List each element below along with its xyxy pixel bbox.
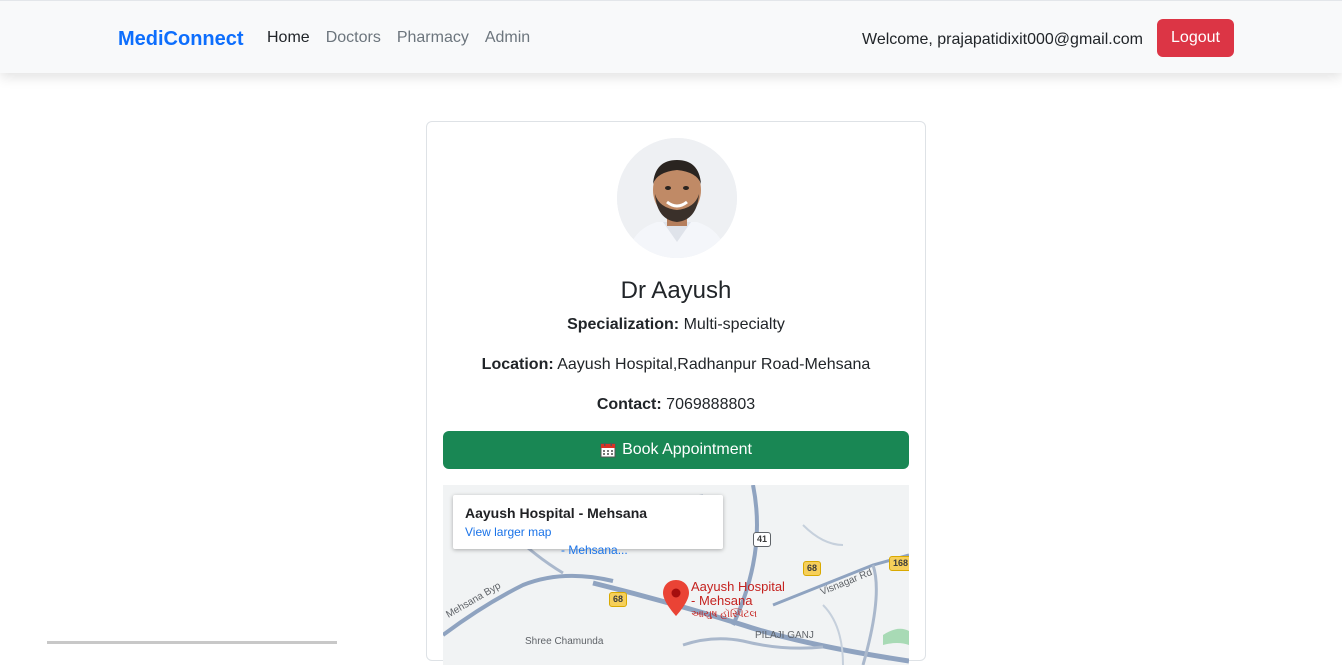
nav-link-pharmacy[interactable]: Pharmacy	[397, 28, 469, 48]
route-shield-68-west: 68	[609, 592, 628, 607]
route-shield-41: 41	[753, 532, 772, 547]
hospital-label-line1: Aayush Hospital	[691, 579, 785, 594]
book-appointment-button[interactable]: Book Appointment	[443, 431, 909, 469]
map-pin-icon[interactable]	[663, 580, 689, 616]
route-shield-68-east: 68	[803, 561, 822, 576]
calendar-icon	[600, 443, 616, 458]
map-card-title: Aayush Hospital - Mehsana	[465, 505, 648, 521]
doctor-photo	[617, 138, 737, 258]
navbar: MediConnect Home Doctors Pharmacy Admin …	[0, 0, 1342, 73]
nav-link-doctors[interactable]: Doctors	[326, 28, 381, 48]
location-label: Location:	[481, 356, 554, 373]
nav-link-home[interactable]: Home	[267, 28, 310, 48]
partial-place-label: - Mehsana...	[561, 543, 628, 557]
doctor-card: Dr Aayush Specialization: Multi-specialt…	[426, 121, 926, 665]
road-label-pilaji-ganj: PILAJI GANJ	[755, 630, 814, 641]
welcome-text: Welcome, prajapatidixit000@gmail.com	[862, 31, 1143, 48]
logout-button[interactable]: Logout	[1157, 19, 1234, 57]
specialization-value: Multi-specialty	[683, 316, 785, 333]
doctor-name: Dr Aayush	[620, 277, 732, 304]
brand-logo[interactable]: MediConnect	[118, 27, 244, 51]
view-larger-map-link[interactable]: View larger map	[465, 524, 711, 540]
nav-link-admin[interactable]: Admin	[485, 28, 530, 48]
nav-links: Home Doctors Pharmacy Admin	[267, 28, 530, 48]
location-row: Location: Aayush Hospital,Radhanpur Road…	[427, 355, 925, 375]
contact-row: Contact: 7069888803	[427, 395, 925, 415]
location-value: Aayush Hospital,Radhanpur Road-Mehsana	[557, 356, 871, 373]
specialization-label: Specialization:	[567, 316, 680, 333]
doctor-avatar	[617, 138, 737, 258]
contact-value: 7069888803	[666, 396, 756, 413]
specialization-row: Specialization: Multi-specialty	[427, 315, 925, 335]
hospital-label-gujarati: આયુષ હૉસ્પિટલ	[691, 609, 758, 620]
road-label-shree-chamunda: Shree Chamunda	[525, 636, 604, 647]
map-info-card: Aayush Hospital - Mehsana View larger ma…	[453, 495, 723, 549]
map-embed[interactable]: Aayush Hospital - Mehsana View larger ma…	[443, 485, 909, 665]
hospital-label-line2: - Mehsana	[691, 593, 753, 608]
route-shield-168: 168	[889, 556, 909, 571]
contact-label: Contact:	[596, 396, 662, 413]
book-appointment-label: Book Appointment	[622, 441, 752, 458]
